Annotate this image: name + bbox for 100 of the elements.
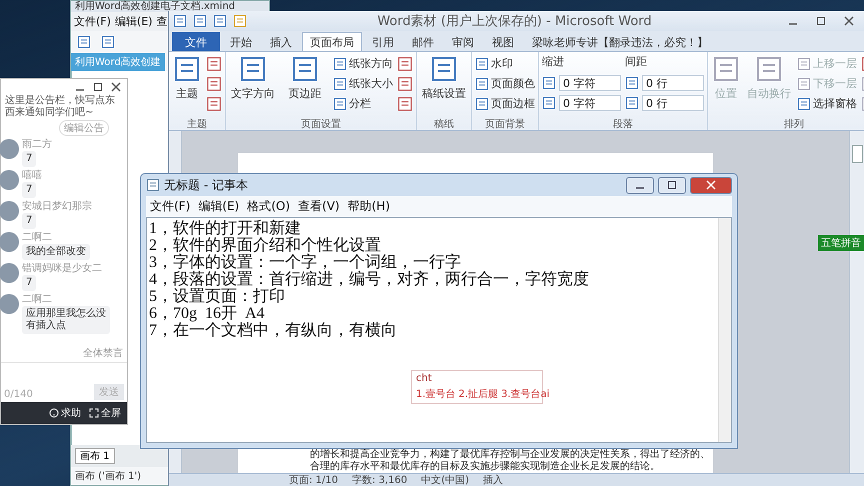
ime-candidate[interactable]: 3.查号台ai <box>501 387 550 401</box>
status-item: 页面: 1/10 <box>289 474 338 486</box>
ribbon-tab[interactable]: 梁咏老师专讲【翻录违法，必究！】 <box>524 32 716 51</box>
menu-item[interactable]: 查看(V) <box>298 198 340 215</box>
ribbon-tab[interactable]: 页面布局 <box>302 32 362 51</box>
ribbon-tab[interactable]: 引用 <box>364 32 402 51</box>
page-icon <box>475 76 489 90</box>
close-icon[interactable] <box>844 16 854 26</box>
sender-name: 二啊二 <box>22 232 52 243</box>
ime-candidate[interactable]: 1.壹号台 <box>416 387 456 401</box>
status-text: 画布 ('画布 1') <box>74 470 142 484</box>
group-label: 稿纸 <box>433 118 455 130</box>
help-link[interactable]: 求助 <box>61 406 81 420</box>
text-line: 7，在一个文档中，有纵向，有横向 <box>149 322 398 339</box>
ime-candidate[interactable]: 2.扯后腿 <box>458 387 498 401</box>
page-icon <box>206 76 222 92</box>
avatar <box>0 201 19 221</box>
sender-name: 雨二方 <box>22 139 52 150</box>
ribbon-button[interactable]: 主题 <box>172 54 202 101</box>
lines-icon <box>625 96 639 110</box>
menu-item[interactable]: 编辑(E) <box>114 14 152 29</box>
spin-field[interactable]: 0 字符 <box>559 94 621 110</box>
group-label: 段落 <box>612 118 634 130</box>
avatar <box>0 232 19 252</box>
page-icon <box>712 54 740 84</box>
ribbon-button[interactable]: 分栏 <box>333 94 393 113</box>
sender-name: 嘻嘻 <box>22 170 42 181</box>
document-text: 的增长和提高企业竞争力，构建了最优库存控制与企业发展的决定性关系，得出了经济的、 <box>310 449 711 460</box>
sender-name: 安城日梦幻那宗 <box>22 201 92 212</box>
menu-item[interactable]: 编辑(E) <box>198 198 240 215</box>
ribbon-button[interactable]: 页面边框 <box>475 94 535 113</box>
avatar <box>0 263 19 283</box>
avatar <box>0 139 19 159</box>
maximize-button[interactable] <box>658 176 686 194</box>
page-icon <box>397 96 413 112</box>
spin-field[interactable]: 0 行 <box>642 94 704 110</box>
group-label: 排列 <box>783 118 805 130</box>
page-icon <box>333 56 347 70</box>
page-icon <box>755 54 783 84</box>
page-icon <box>430 54 458 84</box>
menu-item[interactable]: 文件(F) <box>150 198 190 215</box>
message-bubble: 应用那里我怎么没有插入点 <box>22 306 110 334</box>
ribbon-button[interactable]: 纸张大小 <box>333 74 393 93</box>
page-icon <box>397 76 413 92</box>
ribbon-button[interactable]: 稿纸设置 <box>420 54 468 101</box>
sheet-tab[interactable]: 画布 1 <box>75 448 115 464</box>
ribbon-tab[interactable]: 文件 <box>172 32 220 51</box>
ribbon-tab[interactable]: 插入 <box>262 32 300 51</box>
page-icon <box>333 76 347 90</box>
ribbon-button[interactable]: 水印 <box>475 54 535 73</box>
ribbon-button[interactable]: 选择窗格 <box>797 94 857 113</box>
text-line: 6，70g 16开 A4 <box>149 305 265 322</box>
page-icon <box>173 54 201 84</box>
ribbon-button[interactable]: 纸张方向 <box>333 54 393 73</box>
menu-item[interactable]: 格式(O) <box>247 198 290 215</box>
message-bubble: 7 <box>22 182 36 198</box>
page-icon <box>475 56 489 70</box>
group-label: 页面设置 <box>300 118 342 130</box>
ribbon-tab[interactable]: 审阅 <box>444 32 482 51</box>
fullscreen-link[interactable]: 全屏 <box>101 406 121 420</box>
text-area[interactable]: 1，软件的打开和新建 2，软件的界面介绍和个性化设置 3，字体的设置：一个字，一个词组，一行字 4，段落的设置：首行缩进，编号，对齐，两行合一，字符宽度 5，设置页面：打印 6，70g 16开 A4 7，在一个文档中，有纵向，有横向 cht 1.壹号台 2.扯后腿 3.查号台ai <box>146 217 732 443</box>
menu-item[interactable]: 帮助(H) <box>348 198 390 215</box>
avatar <box>0 294 19 314</box>
help-icon[interactable] <box>49 408 59 418</box>
maximize-icon[interactable] <box>667 180 677 190</box>
ribbon-button[interactable]: 文字方向 <box>229 54 277 101</box>
menu-item[interactable]: 文件(F) <box>74 14 111 29</box>
window-title: 利用Word高效创建电子文档.xmind <box>75 1 236 12</box>
text-line: 3，字体的设置：一个字，一个词组，一行字 <box>149 254 462 271</box>
ime-toolbar[interactable]: 五笔拼音 <box>818 235 864 251</box>
close-icon[interactable] <box>111 82 121 92</box>
maximize-icon[interactable] <box>93 82 103 92</box>
document-text: 合理的库存水平和最优库存的目标及实施步骤能实现制造企业长足发展的结论。 <box>310 461 661 473</box>
close-button[interactable] <box>690 176 732 194</box>
scrollbar[interactable] <box>718 218 731 442</box>
ribbon-tab[interactable]: 视图 <box>484 32 522 51</box>
sender-name: 二啊二 <box>22 294 52 305</box>
message-bubble: 7 <box>22 213 36 229</box>
page-icon <box>291 54 319 84</box>
text-line: 4，段落的设置：首行缩进，编号，对齐，两行合一，字符宽度 <box>149 271 590 288</box>
window-title: Word素材 (用户上次保存的) - Microsoft Word <box>376 13 653 30</box>
ribbon-button[interactable]: 页面颜色 <box>475 74 535 93</box>
status-item: 中文(中国) <box>421 474 470 486</box>
page-icon <box>475 96 489 110</box>
text-line: 1，软件的打开和新建 <box>149 220 302 237</box>
fullscreen-icon[interactable] <box>89 408 99 418</box>
ribbon-tab[interactable]: 开始 <box>222 32 260 51</box>
spin-field[interactable]: 0 字符 <box>559 74 621 90</box>
notepad-icon <box>146 178 160 192</box>
spin-field[interactable]: 0 行 <box>642 74 704 90</box>
maximize-icon[interactable] <box>816 16 826 26</box>
ribbon-tab[interactable]: 邮件 <box>404 32 442 51</box>
page-icon <box>797 76 811 90</box>
status-item: 插入 <box>483 474 504 486</box>
ribbon-button[interactable]: 页边距 <box>281 54 329 101</box>
message-bubble: 7 <box>22 275 36 291</box>
group-heading: 缩进 <box>542 54 565 70</box>
group-label: 主题 <box>186 118 208 130</box>
menu-item[interactable]: 查 <box>156 14 168 29</box>
page-icon <box>333 96 347 110</box>
